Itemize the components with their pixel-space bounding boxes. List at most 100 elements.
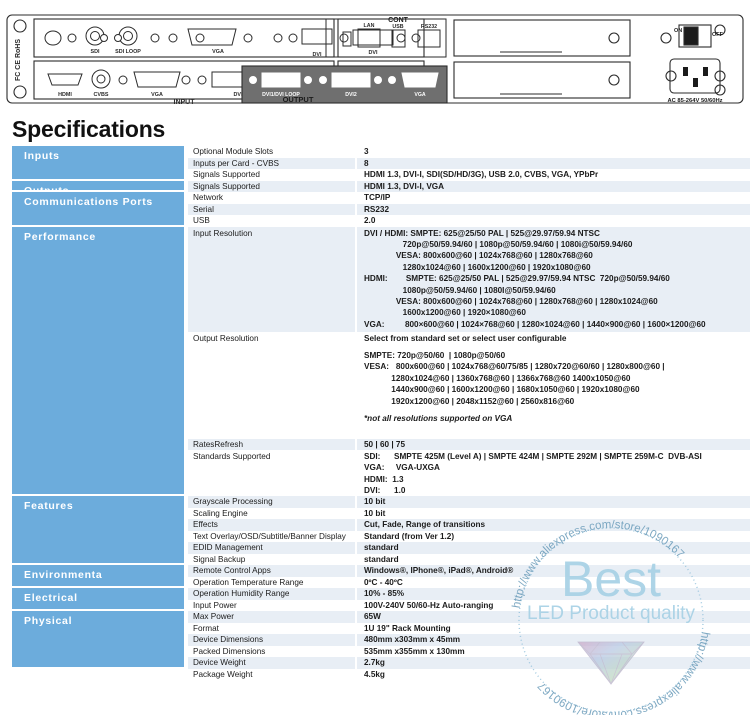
table-row: Optional Module Slots 3	[188, 146, 750, 158]
row-label: USB	[188, 215, 357, 227]
category-column: Inputs Outputs Communications Ports Perform…	[12, 146, 184, 706]
cert-label: FC CE RoHS	[15, 39, 22, 81]
row-label: Device Weight	[188, 657, 357, 669]
table-row: Packed Dimensions 535mm x355mm x 130mm	[188, 645, 750, 657]
row-label: Device Dimensions	[188, 634, 357, 646]
row-value: DVI / HDMI: SMPTE: 625@25/50 PAL | 525@2…	[364, 228, 706, 363]
row-label: Effects	[188, 519, 357, 531]
row-label: Package Weight	[188, 668, 357, 680]
row-value-part: Select from standard set or select user …	[364, 333, 567, 343]
port-label-vga-top: VGA	[212, 49, 224, 55]
spec-rows: Optional Module Slots 3 Inputs per Card - …	[188, 146, 750, 680]
port-label-sdi-loop: SDI LOOP	[115, 49, 141, 55]
control-group-label: CONT	[388, 17, 409, 24]
row-value: Cut, Fade, Range of transitions	[364, 520, 486, 529]
row-value: standard	[364, 554, 399, 564]
power-off-label: OFF	[712, 32, 724, 38]
row-label: Scaling Engine	[188, 507, 357, 519]
row-value: 10 bit	[364, 497, 386, 506]
row-label: Packed Dimensions	[188, 645, 357, 657]
row-label: Output Resolution	[188, 331, 357, 439]
port-label-sdi: SDI	[91, 49, 100, 55]
power-rating-label: AC 85-264V 50/60Hz	[667, 98, 722, 104]
row-value: SDI: SMPTE 425M (Level A) | SMPTE 424M |…	[364, 452, 702, 496]
category-communications-ports: Communications Ports	[12, 192, 184, 225]
row-value-part: SMPTE: 720p@50/60 | 1080p@50/60 VESA: 80…	[364, 350, 665, 406]
table-row: Effects Cut, Fade, Range of transitions	[188, 519, 750, 531]
specifications-table: Inputs Outputs Communications Ports Perform…	[12, 146, 750, 706]
category-electrical: Electrical	[12, 588, 184, 609]
table-row: Signals Supported HDMI 1.3, DVI-I, SDI(SD…	[188, 169, 750, 181]
row-label: RatesRefresh	[188, 438, 357, 450]
port-label-dvi-mid: DVI	[369, 50, 378, 56]
row-label: Signal Backup	[188, 553, 357, 565]
row-value: 100V-240V 50/60-Hz Auto-ranging	[364, 600, 494, 610]
row-label: Text Overlay/OSD/Subtitle/Banner Display	[188, 530, 357, 542]
port-label-vga-bottom: VGA	[151, 92, 163, 98]
table-row: Inputs per Card - CVBS 8	[188, 157, 750, 169]
port-label-rs232: RS232	[421, 24, 437, 30]
row-value: 8	[364, 158, 369, 168]
table-row: Signal Backup standard	[188, 553, 750, 565]
table-row: Input Resolution DVI / HDMI: SMPTE: 625@2…	[188, 226, 750, 363]
table-row: Input Power 100V-240V 50/60-Hz Auto-rangi…	[188, 599, 750, 611]
row-label: Format	[188, 622, 357, 634]
category-inputs: Inputs	[12, 146, 184, 179]
row-label: Optional Module Slots	[188, 146, 357, 158]
table-row: Output Resolution Select from standard se…	[188, 331, 750, 439]
port-label-dvi-top: DVI	[313, 52, 322, 58]
table-row: Network TCP/IP	[188, 192, 750, 204]
row-label: Max Power	[188, 611, 357, 623]
row-value: 10% - 85%	[364, 589, 405, 598]
row-value: Standard (from Ver 1.2)	[364, 531, 455, 541]
table-row: RatesRefresh 50 | 60 | 75	[188, 438, 750, 450]
row-label: Input Resolution	[188, 226, 357, 332]
table-row: Max Power 65W	[188, 611, 750, 623]
row-value: 0ºC - 40ºC	[364, 577, 403, 587]
category-outputs: Outputs	[12, 180, 184, 197]
category-physical: Physical	[12, 611, 184, 667]
row-label: Operation Humidity Range	[188, 588, 357, 600]
table-row: Format 1U 19" Rack Mounting	[188, 622, 750, 634]
row-value: 2.7kg	[364, 658, 385, 667]
row-value: 4.5kg	[364, 669, 385, 679]
row-value: HDMI 1.3, DVI-I, SDI(SD/HD/3G), USB 2.0,…	[364, 170, 599, 179]
row-label: Operation Temperature Range	[188, 576, 357, 588]
row-value: 1U 19" Rack Mounting	[364, 623, 451, 633]
port-label-vga-out: VGA	[414, 92, 425, 98]
row-value: 10 bit	[364, 508, 386, 518]
row-label: Serial	[188, 203, 357, 215]
row-label: Inputs per Card - CVBS	[188, 157, 357, 169]
port-label-cvbs: CVBS	[94, 92, 109, 98]
output-group-label: OUTPUT	[283, 95, 314, 104]
row-value: RS232	[364, 204, 390, 214]
row-value: HDMI 1.3, DVI-I, VGA	[364, 181, 445, 191]
row-label: Grayscale Processing	[188, 496, 357, 508]
port-label-hdmi: HDMI	[58, 92, 72, 98]
category-performance: Performance	[12, 226, 184, 494]
row-value: 2.0	[364, 216, 376, 225]
row-value: 65W	[364, 612, 381, 621]
table-row: Remote Control Apps Windows®, IPhone®, iP…	[188, 565, 750, 577]
row-label: Signals Supported	[188, 169, 357, 181]
row-label: Network	[188, 192, 357, 204]
row-label: Remote Control Apps	[188, 565, 357, 577]
table-row: Scaling Engine 10 bit	[188, 507, 750, 519]
specifications-page: FC CE RoHS SDI SDI LOOP VGA DVI HDMI CVB…	[0, 0, 750, 715]
table-row: Device Weight 2.7kg	[188, 657, 750, 669]
category-features: Features	[12, 496, 184, 563]
power-on-label: ON	[674, 28, 682, 34]
row-value-note: *not all resolutions supported on VGA	[364, 413, 513, 423]
table-row: Signals Supported HDMI 1.3, DVI-I, VGA	[188, 180, 750, 192]
table-row: Operation Temperature Range 0ºC - 40ºC	[188, 576, 750, 588]
table-row: Operation Humidity Range 10% - 85%	[188, 588, 750, 600]
row-value: 480mm x303mm x 45mm	[364, 635, 461, 644]
row-label: Standards Supported	[188, 450, 357, 496]
port-label-lan: LAN	[364, 23, 375, 29]
row-value: Select from standard set or select user …	[357, 332, 750, 439]
table-row: Package Weight 4.5kg	[188, 668, 750, 680]
row-label: Input Power	[188, 599, 357, 611]
input-group-label: INPUT	[174, 99, 196, 106]
row-value: 50 | 60 | 75	[364, 439, 406, 449]
row-label: EDID Management	[188, 542, 357, 554]
